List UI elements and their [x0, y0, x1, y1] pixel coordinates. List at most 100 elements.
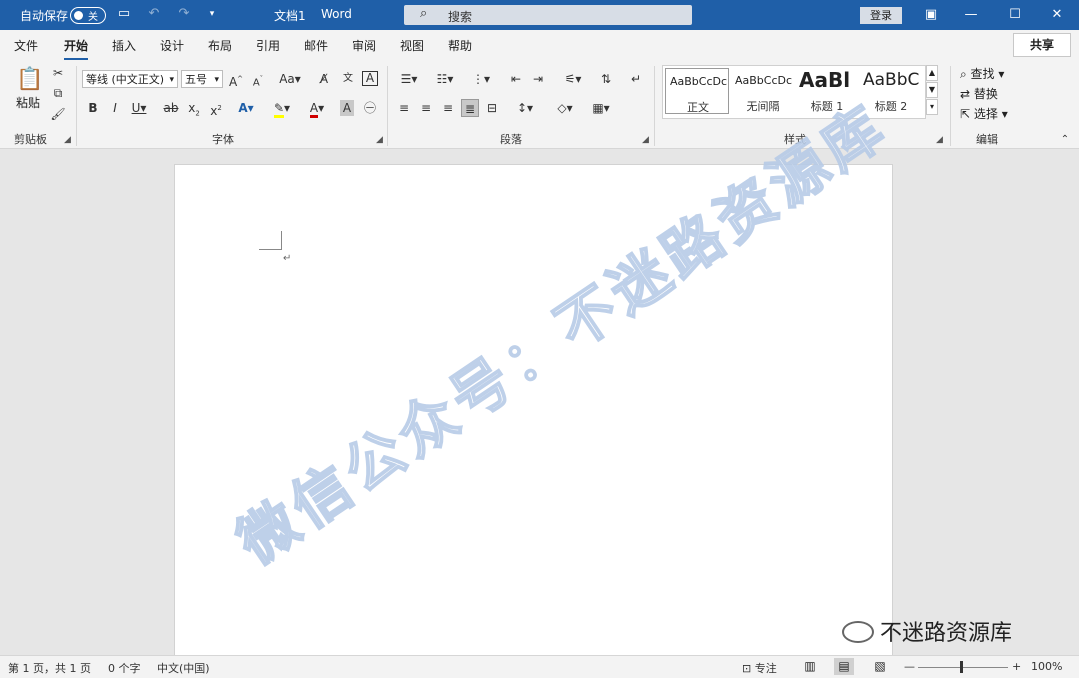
shading-icon[interactable]: ◇▾	[552, 100, 578, 116]
underline-icon[interactable]: U▾	[128, 100, 150, 116]
strikethrough-icon[interactable]: ab	[162, 100, 180, 116]
brand-watermark: 不迷路资源库	[842, 615, 1012, 647]
font-name-select[interactable]: 等线 (中文正文) ▾	[82, 70, 178, 88]
character-shading-icon[interactable]: A	[340, 100, 354, 116]
share-button[interactable]: 共享	[1013, 33, 1071, 57]
tab-file[interactable]: 文件	[14, 37, 38, 54]
save-icon[interactable]: ▭	[116, 6, 132, 22]
web-layout-icon[interactable]: ▧	[870, 658, 890, 675]
autosave-label: 自动保存	[20, 9, 69, 23]
maximize-icon[interactable]: ☐	[1004, 6, 1026, 24]
align-center-icon[interactable]: ≡	[418, 100, 434, 116]
share-label: 共享	[1029, 38, 1054, 52]
autosave-state: 关	[88, 12, 98, 23]
tab-design[interactable]: 设计	[160, 37, 184, 54]
ribbon-display-options-icon[interactable]: ▣	[920, 6, 942, 24]
zoom-slider-thumb[interactable]	[960, 661, 963, 673]
bold-icon[interactable]: B	[86, 100, 100, 116]
paragraph-mark-icon: ↵	[283, 253, 292, 264]
paragraph-launcher-icon[interactable]: ◢	[642, 135, 649, 145]
document-page[interactable]: ↵	[174, 164, 893, 661]
shrink-font-icon[interactable]: Aˇ	[250, 71, 266, 88]
borders-icon[interactable]: ▦▾	[588, 100, 614, 116]
subscript-icon[interactable]: x2	[186, 100, 202, 117]
paste-label[interactable]: 粘贴	[16, 94, 40, 111]
distributed-icon[interactable]: ⊟	[484, 100, 500, 116]
print-layout-icon[interactable]: ▤	[834, 658, 854, 675]
highlight-color-icon[interactable]: ✎▾	[268, 100, 296, 118]
minimize-icon[interactable]: —	[960, 6, 982, 24]
styles-up-icon: ▲	[926, 65, 938, 81]
multilevel-list-icon[interactable]: ⋮▾	[468, 71, 494, 87]
copy-icon[interactable]: ⧉	[50, 85, 66, 101]
redo-icon[interactable]: ↷	[176, 6, 192, 22]
paste-icon[interactable]: 📋	[16, 66, 44, 94]
tab-home[interactable]: 开始	[64, 37, 89, 60]
text-effects-icon[interactable]: A▾	[234, 100, 258, 116]
undo-icon[interactable]: ↶	[146, 6, 162, 22]
sort-icon[interactable]: ⇅	[598, 71, 614, 87]
select-button[interactable]: ⇱ 选择 ▾	[960, 105, 1008, 122]
tab-view[interactable]: 视图	[400, 37, 424, 54]
tab-insert[interactable]: 插入	[112, 37, 136, 54]
tab-layout[interactable]: 布局	[208, 37, 232, 54]
zoom-slider[interactable]	[918, 667, 1008, 668]
numbering-icon[interactable]: ☷▾	[432, 71, 458, 87]
replace-button[interactable]: ⇄ 替换	[960, 85, 998, 102]
clipboard-group-label: 剪贴板	[14, 133, 47, 146]
page-count[interactable]: 第 1 页，共 1 页	[8, 660, 91, 676]
styles-more-icon: ▾	[926, 99, 938, 115]
autosave-toggle[interactable]: 关	[70, 7, 106, 24]
justify-icon[interactable]: ≣	[461, 99, 479, 117]
font-launcher-icon[interactable]: ◢	[376, 135, 383, 145]
word-count[interactable]: 0 个字	[108, 660, 141, 676]
styles-down-icon: ▼	[926, 82, 938, 98]
styles-launcher-icon[interactable]: ◢	[936, 135, 943, 145]
find-button[interactable]: ⌕ 查找 ▾	[960, 65, 1004, 82]
line-spacing-icon[interactable]: ↕▾	[512, 100, 538, 116]
zoom-level[interactable]: 100%	[1031, 660, 1062, 673]
document-title: 文档1	[274, 9, 306, 23]
align-left-icon[interactable]: ≡	[396, 100, 412, 116]
superscript-icon[interactable]: x2	[208, 100, 224, 118]
tab-help[interactable]: 帮助	[448, 37, 472, 54]
read-mode-icon[interactable]: ▥	[800, 658, 820, 675]
grow-font-icon[interactable]: A^	[228, 71, 244, 89]
title-bar: 自动保存 关 ▭ ↶ ↷ ▾ 文档1 Word ⌕ 搜索 登录 ▣ — ☐ ✕	[0, 0, 1079, 30]
tab-references[interactable]: 引用	[256, 37, 280, 54]
change-case-button[interactable]: Aa▾	[276, 71, 304, 87]
search-placeholder: 搜索	[448, 10, 473, 24]
clear-formatting-icon[interactable]: A̸	[316, 71, 332, 87]
zoom-in-icon[interactable]: +	[1012, 660, 1021, 673]
clipboard-launcher-icon[interactable]: ◢	[64, 135, 71, 145]
character-border-icon[interactable]: A	[362, 71, 378, 86]
align-right-icon[interactable]: ≡	[440, 100, 456, 116]
font-color-icon[interactable]: A▾	[304, 100, 330, 118]
style-no-spacing[interactable]: AaBbCcDc 无间隔	[731, 68, 795, 114]
zoom-out-icon[interactable]: —	[904, 660, 915, 673]
increase-indent-icon[interactable]: ⇥	[530, 71, 546, 87]
focus-mode-button[interactable]: ⊡ 专注	[742, 660, 777, 676]
phonetic-guide-icon[interactable]: 文	[340, 71, 356, 87]
tab-mailings[interactable]: 邮件	[304, 37, 328, 54]
wechat-icon	[842, 621, 874, 643]
show-formatting-marks-icon[interactable]: ↵	[628, 71, 644, 87]
decrease-indent-icon[interactable]: ⇤	[508, 71, 524, 87]
chinese-layout-icon[interactable]: ⚟▾	[560, 71, 586, 87]
enclose-characters-icon[interactable]: ㊀	[362, 100, 378, 116]
close-icon[interactable]: ✕	[1046, 6, 1068, 24]
font-size-select[interactable]: 五号 ▾	[181, 70, 223, 88]
cut-icon[interactable]: ✂	[50, 65, 66, 81]
bullets-icon[interactable]: ☰▾	[396, 71, 422, 87]
font-group-label: 字体	[212, 133, 234, 146]
search-box[interactable]: ⌕ 搜索	[404, 5, 692, 25]
italic-icon[interactable]: I	[108, 100, 122, 116]
login-button[interactable]: 登录	[860, 7, 902, 24]
language-status[interactable]: 中文(中国)	[157, 660, 210, 676]
collapse-ribbon-icon[interactable]: ⌃	[1058, 132, 1072, 148]
tab-review[interactable]: 审阅	[352, 37, 376, 54]
styles-scroll[interactable]: ▲ ▼ ▾	[926, 65, 938, 117]
style-normal[interactable]: AaBbCcDc 正文	[665, 68, 729, 114]
customize-quick-access-icon[interactable]: ▾	[204, 6, 220, 22]
format-painter-icon[interactable]: 🖌	[50, 106, 66, 122]
